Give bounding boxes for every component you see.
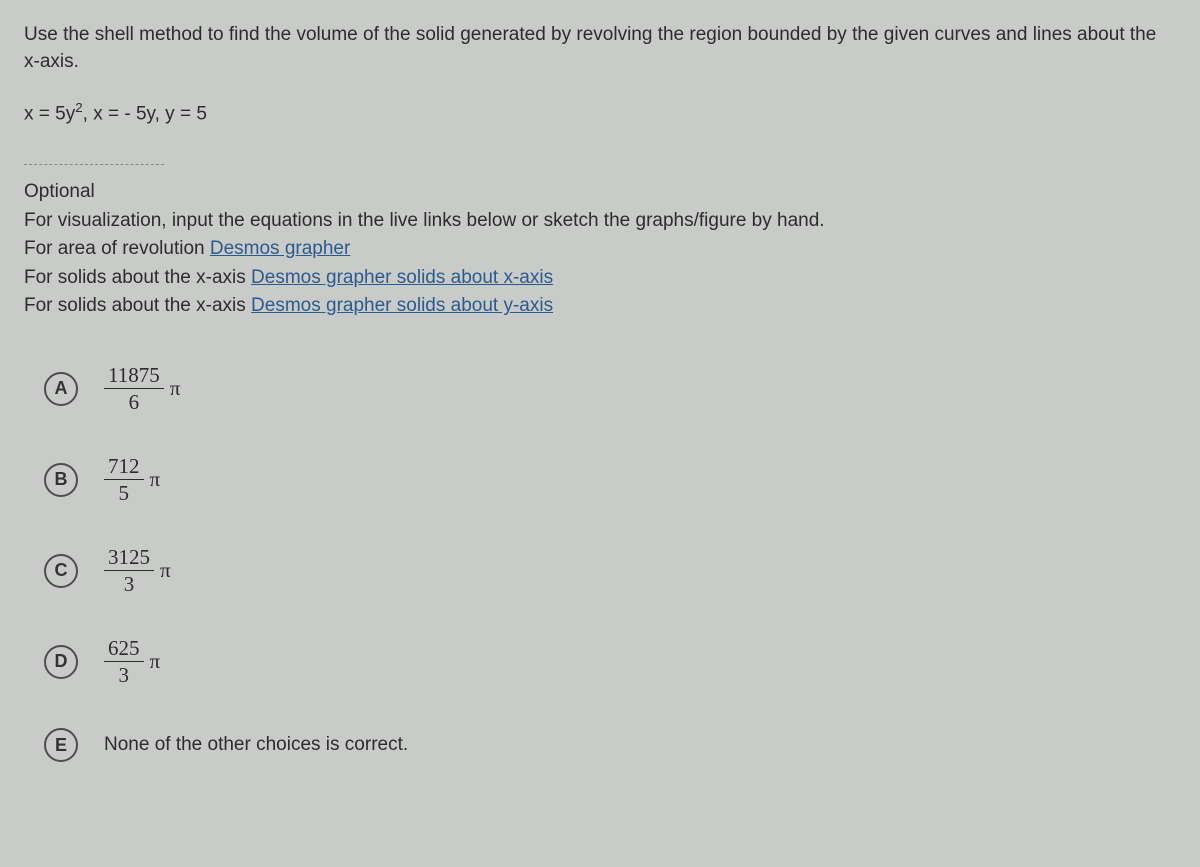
choice-c-fraction: 3125 3 [104,546,154,595]
equation-prefix: x = 5y [24,104,75,125]
choice-a[interactable]: A 11875 6 π [24,364,1176,413]
pi-symbol: π [160,556,171,585]
choice-c-content: 3125 3 π [104,546,171,595]
equation-suffix: , x = - 5y, y = 5 [83,104,207,125]
link-desmos-xaxis[interactable]: Desmos grapher solids about x-axis [251,267,553,288]
choice-b-den: 5 [115,482,134,504]
choice-a-content: 11875 6 π [104,364,180,413]
fraction-line [104,661,144,662]
choice-e-letter[interactable]: E [44,728,78,762]
choice-b-letter[interactable]: B [44,463,78,497]
fraction-line [104,388,164,389]
choice-c-den: 3 [120,573,139,595]
optional-block: Optional For visualization, input the eq… [24,179,1176,320]
equation-exponent: 2 [75,100,82,115]
choice-b[interactable]: B 712 5 π [24,455,1176,504]
choice-b-num: 712 [104,455,144,477]
choice-c-num: 3125 [104,546,154,568]
link-desmos-grapher[interactable]: Desmos grapher [210,238,350,259]
choice-a-den: 6 [125,391,144,413]
choice-b-fraction: 712 5 [104,455,144,504]
question-prompt: Use the shell method to find the volume … [24,22,1176,75]
pi-symbol: π [150,465,161,494]
pi-symbol: π [150,647,161,676]
choice-a-letter[interactable]: A [44,372,78,406]
fraction-line [104,479,144,480]
pi-symbol: π [170,374,181,403]
choice-d-den: 3 [115,664,134,686]
choice-a-fraction: 11875 6 [104,364,164,413]
choice-d-content: 625 3 π [104,637,160,686]
optional-xaxis-label: For solids about the x-axis [24,267,251,288]
optional-xaxis-row: For solids about the x-axis Desmos graph… [24,265,1176,292]
link-desmos-yaxis[interactable]: Desmos grapher solids about y-axis [251,295,553,316]
choice-c[interactable]: C 3125 3 π [24,546,1176,595]
choice-b-content: 712 5 π [104,455,160,504]
choice-c-letter[interactable]: C [44,554,78,588]
optional-intro: For visualization, input the equations i… [24,208,1176,235]
choice-e[interactable]: E None of the other choices is correct. [24,728,1176,762]
choice-d-letter[interactable]: D [44,645,78,679]
choice-d-num: 625 [104,637,144,659]
optional-area-label: For area of revolution [24,238,210,259]
choice-e-text: None of the other choices is correct. [104,732,408,759]
choice-d[interactable]: D 625 3 π [24,637,1176,686]
divider [24,164,164,165]
optional-area-row: For area of revolution Desmos grapher [24,236,1176,263]
answer-choices: A 11875 6 π B 712 5 π C 3125 3 [24,364,1176,762]
equation-line: x = 5y2, x = - 5y, y = 5 [24,99,1176,128]
optional-yaxis-label: For solids about the x-axis [24,295,251,316]
optional-heading: Optional [24,179,1176,206]
fraction-line [104,570,154,571]
choice-a-num: 11875 [104,364,164,386]
optional-yaxis-row: For solids about the x-axis Desmos graph… [24,293,1176,320]
choice-d-fraction: 625 3 [104,637,144,686]
